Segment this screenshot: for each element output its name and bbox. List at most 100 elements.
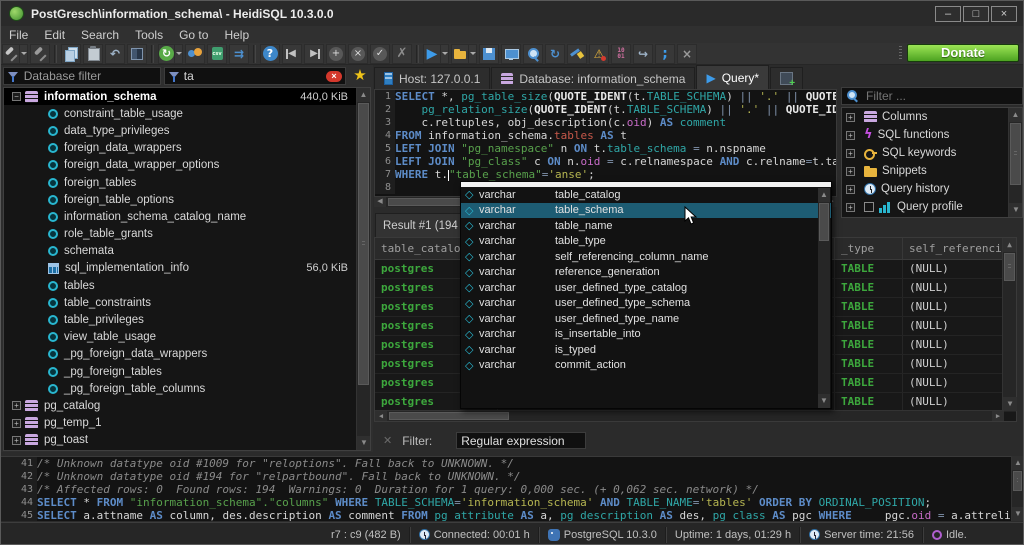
scroll-thumb[interactable] — [388, 198, 468, 206]
toolbar-find-again-button[interactable]: ↻ — [545, 44, 565, 64]
scroll-thumb[interactable] — [1004, 253, 1015, 281]
toolbar-first-record-button[interactable]: ◀ — [282, 44, 302, 64]
tree-item-table-constraints[interactable]: table_constraints — [4, 294, 370, 311]
autocomplete-item-user-defined-type-name[interactable]: ◇varcharuser_defined_type_name — [461, 311, 831, 327]
tree-item-role-table-grants[interactable]: role_table_grants — [4, 226, 370, 243]
cell[interactable]: (NULL) — [903, 260, 1004, 278]
scroll-thumb[interactable] — [1013, 471, 1022, 491]
helper-item-sql-keywords[interactable]: +SQL keywords — [842, 144, 1022, 162]
autocomplete-item-self-referencing-column-name[interactable]: ◇varcharself_referencing_column_name — [461, 249, 831, 265]
menu-item-file[interactable]: File — [1, 28, 36, 42]
cell[interactable]: TABLE — [835, 317, 903, 335]
tab-host[interactable]: Host: 127.0.0.1 — [374, 67, 490, 89]
toolbar-find-button[interactable] — [523, 44, 543, 64]
toolbar-post-edit-button[interactable]: ✓ — [370, 44, 390, 64]
expander-icon[interactable]: + — [12, 401, 21, 410]
toolbar-help-button[interactable]: ? — [260, 44, 280, 64]
scroll-left-arrow[interactable]: ◀ — [374, 197, 386, 207]
scroll-up-arrow[interactable]: ▲ — [818, 188, 830, 202]
toolbar-open-file-button[interactable] — [451, 44, 477, 64]
helper-item-query-profile[interactable]: +Query profile — [842, 198, 1022, 216]
cell[interactable]: (NULL) — [903, 279, 1004, 297]
table-filter-box[interactable]: × — [164, 67, 346, 85]
tree-item-pg-foreign-data-wrappers[interactable]: _pg_foreign_data_wrappers — [4, 346, 370, 363]
helpers-scrollbar[interactable]: ▲ ▼ — [1008, 108, 1022, 217]
toolbar-wrap-lines-button[interactable]: ↪ — [633, 44, 653, 64]
toolbar-connect-button[interactable] — [2, 44, 28, 64]
dropdown-caret-icon[interactable] — [174, 45, 182, 63]
expander-icon[interactable]: + — [846, 113, 855, 122]
toolbar-undo-button[interactable]: ↶ — [105, 44, 125, 64]
close-button[interactable]: × — [991, 6, 1017, 22]
cell[interactable]: (NULL) — [903, 393, 1004, 411]
autocomplete-item-user-defined-type-schema[interactable]: ◇varcharuser_defined_type_schema — [461, 296, 831, 312]
favorites-star-button[interactable]: ★ — [351, 67, 369, 85]
toolbar-copy-button[interactable] — [61, 44, 81, 64]
menu-item-go-to[interactable]: Go to — [171, 28, 216, 42]
tree-item-pg-temp-1[interactable]: +pg_temp_1 — [4, 415, 370, 432]
cell[interactable]: TABLE — [835, 260, 903, 278]
helpers-filter-input[interactable] — [864, 88, 984, 104]
autocomplete-item-table-name[interactable]: ◇varchartable_name — [461, 218, 831, 234]
column-header-self-referencing-col[interactable]: self_referencing_col — [903, 238, 1004, 259]
scroll-thumb[interactable] — [1010, 123, 1021, 185]
autocomplete-item-is-insertable-into[interactable]: ◇varcharis_insertable_into — [461, 327, 831, 343]
scroll-up-arrow[interactable]: ▲ — [1009, 108, 1022, 122]
database-filter-box[interactable] — [3, 67, 161, 85]
autocomplete-item-reference-generation[interactable]: ◇varcharreference_generation — [461, 265, 831, 281]
tree-item-table-privileges[interactable]: table_privileges — [4, 311, 370, 328]
expander-icon[interactable]: + — [846, 167, 855, 176]
cell[interactable]: (NULL) — [903, 317, 1004, 335]
cell[interactable]: (NULL) — [903, 374, 1004, 392]
autocomplete-item-commit-action[interactable]: ◇varcharcommit_action — [461, 358, 831, 374]
scroll-down-arrow[interactable]: ▼ — [357, 436, 371, 450]
toolbar-refresh-button[interactable]: ↻ — [158, 44, 183, 64]
expander-icon[interactable]: + — [846, 203, 855, 212]
toolbar-save-button[interactable] — [479, 44, 499, 64]
helpers-filter-box[interactable] — [841, 87, 1023, 105]
tree-item-view-table-usage[interactable]: view_table_usage — [4, 329, 370, 346]
scroll-up-arrow[interactable]: ▲ — [357, 88, 370, 102]
grid-hscrollbar[interactable]: ◀ ▶ — [375, 410, 1004, 421]
menu-item-help[interactable]: Help — [216, 28, 257, 42]
toolbar-insert-row-button[interactable]: + — [326, 44, 346, 64]
toolbar-semicolon-button[interactable]: ; — [655, 44, 675, 64]
toolbar-cancel-edit-button[interactable]: × — [348, 44, 368, 64]
menu-item-edit[interactable]: Edit — [36, 28, 73, 42]
tree-scrollbar[interactable]: ▲ ▼ — [356, 88, 370, 450]
autocomplete-item-is-typed[interactable]: ◇varcharis_typed — [461, 342, 831, 358]
tree-item-foreign-data-wrapper-options[interactable]: foreign_data_wrapper_options — [4, 157, 370, 174]
scroll-thumb[interactable] — [358, 103, 369, 385]
toolbar-warnings-button[interactable]: ⚠ — [589, 44, 609, 64]
helper-item-snippets[interactable]: +Snippets — [842, 162, 1022, 180]
tree-item-information-schema-catalog-name[interactable]: information_schema_catalog_name — [4, 208, 370, 225]
expander-icon[interactable]: + — [12, 436, 21, 445]
expander-icon[interactable]: + — [12, 419, 21, 428]
menu-item-tools[interactable]: Tools — [127, 28, 171, 42]
menu-item-search[interactable]: Search — [73, 28, 127, 42]
toolbar-discard-edit-button[interactable]: ✗ — [392, 44, 412, 64]
scroll-thumb[interactable] — [389, 412, 509, 420]
scroll-down-arrow[interactable]: ▼ — [1003, 397, 1017, 411]
tree-item-foreign-table-options[interactable]: foreign_table_options — [4, 191, 370, 208]
autocomplete-item-table-schema[interactable]: ◇varchartable_schema — [461, 203, 831, 219]
toolbar-split-layout-button[interactable] — [127, 44, 147, 64]
tree-item-pg-catalog[interactable]: +pg_catalog — [4, 397, 370, 414]
cell[interactable]: (NULL) — [903, 336, 1004, 354]
helper-item-sql-functions[interactable]: +ϟSQL functions — [842, 126, 1022, 144]
tree-item-constraint-table-usage[interactable]: constraint_table_usage — [4, 105, 370, 122]
log-scrollbar[interactable]: ▲ ▼ — [1011, 456, 1023, 521]
expander-icon[interactable]: + — [846, 149, 855, 158]
tree-item-tables[interactable]: tables — [4, 277, 370, 294]
autocomplete-item-user-defined-type-catalog[interactable]: ◇varcharuser_defined_type_catalog — [461, 280, 831, 296]
scroll-down-arrow[interactable]: ▼ — [818, 394, 830, 408]
dropdown-caret-icon[interactable] — [468, 45, 476, 63]
toolbar-clear-button[interactable]: × — [677, 44, 697, 64]
tree-item-foreign-data-wrappers[interactable]: foreign_data_wrappers — [4, 140, 370, 157]
toolbar-new-query-window-button[interactable] — [501, 44, 521, 64]
helper-item-query-history[interactable]: +Query history — [842, 180, 1022, 198]
scroll-thumb[interactable] — [819, 203, 829, 241]
minimize-button[interactable]: – — [935, 6, 961, 22]
cell[interactable]: TABLE — [835, 336, 903, 354]
autocomplete-scrollbar[interactable]: ▲ ▼ — [818, 188, 830, 408]
